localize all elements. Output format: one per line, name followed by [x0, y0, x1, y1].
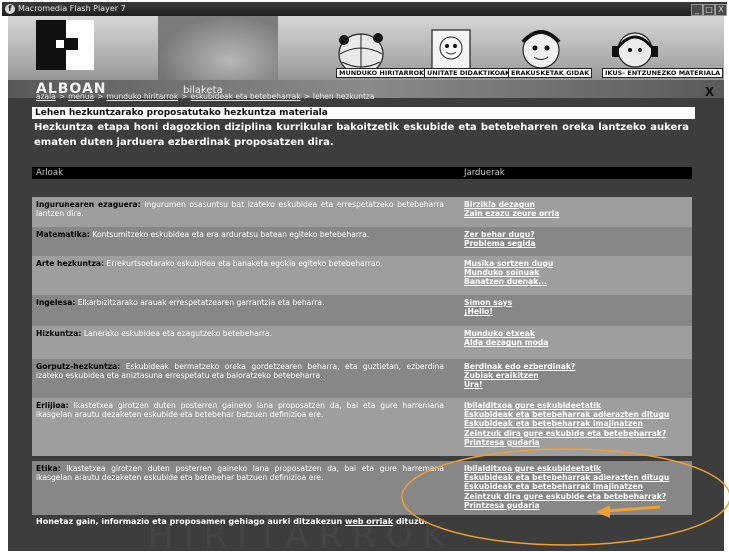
- activity-link[interactable]: Musika sortzen dugu: [464, 259, 690, 268]
- section-title: Lehen hezkuntzarako proposatutako hezkun…: [32, 107, 695, 119]
- area-name: Hizkuntza:: [36, 329, 82, 338]
- activity-link[interactable]: Eskubideak eta betebeharrak imajinatzen: [464, 419, 690, 428]
- activity-link[interactable]: Zer behar dugu?: [464, 230, 690, 239]
- activity-link[interactable]: Zeintzuk dira gure eskubide eta betebeha…: [464, 429, 690, 438]
- nav-label-2: UNITATE DIDAKTIKOAK: [424, 68, 514, 78]
- area-name: Gorputz-hezkuntza:: [36, 362, 121, 371]
- activity-link[interactable]: Eskubideak eta betebeharrak adierazten d…: [464, 473, 690, 482]
- area-name: Erlijioa:: [36, 401, 69, 410]
- table-row: Erlijioa: Ikastetxea girotzen duten post…: [32, 398, 692, 456]
- nav-unitate-didaktikoak[interactable]: UNITATE DIDAKTIKOAK: [416, 24, 514, 84]
- activity-link[interactable]: Zubiak eraikitzen: [464, 371, 690, 380]
- table-row: Matematika: Kontsumitzeko eskubidea eta …: [32, 227, 692, 256]
- breadcrumb: azala > menua > munduko hiritarrok > eskubidea…: [36, 92, 375, 101]
- area-description: Kontsumitzeko eskubidea eta era ardurats…: [92, 230, 370, 239]
- header-banner: ALBOAN bilaketa MUNDUKO HIRITARROK UNITA…: [8, 16, 724, 99]
- table-row: Hizkuntza: Lanerako eskubidea eta ezagut…: [32, 326, 692, 359]
- activity-link[interactable]: ¡Hello!: [464, 307, 690, 316]
- activity-link[interactable]: Zeintzuk dira gure eskubide eta betebeha…: [464, 492, 690, 501]
- section-description: Hezkuntza etapa honi dagozkion diziplina…: [34, 122, 689, 148]
- activity-link[interactable]: Printzesa gudaria: [464, 501, 690, 510]
- area-name: Etika:: [36, 464, 61, 473]
- activity-link[interactable]: Banatzen duenak...: [464, 277, 690, 286]
- area-description: Elkarbizitzarako arauak errespetatzearen…: [77, 298, 325, 307]
- breadcrumb-link[interactable]: menua: [68, 92, 94, 101]
- breadcrumb-current: lehen hezkuntza: [312, 92, 375, 101]
- column-header-areas: Arloak: [36, 168, 64, 178]
- activity-link[interactable]: Munduko etxeak: [464, 329, 690, 338]
- nav-ikus-entzunezko-materiala[interactable]: IKUS- ENTZUNEZKO MATERIALA: [600, 24, 724, 84]
- footer-text-main: Honetaz gain, informazio eta proposamen …: [36, 517, 343, 526]
- nav-label-3: ERAKUSKETAK GIDAK: [508, 68, 593, 78]
- close-icon[interactable]: X: [705, 85, 714, 99]
- table-row: Arte hezkuntza: Errekurtsoetarako eskubi…: [32, 256, 692, 295]
- nav-munduko-hiritarrok[interactable]: MUNDUKO HIRITARROK: [326, 24, 428, 84]
- nav-label-4: IKUS- ENTZUNEZKO MATERIALA: [602, 68, 724, 78]
- activity-link[interactable]: Ibilalditxoa gure eskubideetatik: [464, 464, 690, 473]
- close-window-button[interactable]: X: [715, 4, 727, 16]
- activity-link[interactable]: Eskubideak eta betebeharrak imajinatzen: [464, 482, 690, 491]
- breadcrumb-link[interactable]: munduko hiritarrok: [106, 92, 178, 101]
- activity-link[interactable]: Birzikla dezagun: [464, 200, 690, 209]
- window-title: Macromedia Flash Player 7: [18, 4, 126, 13]
- activity-link[interactable]: Munduko soinuak: [464, 268, 690, 277]
- nav-erakusketak-gidak[interactable]: ERAKUSKETAK GIDAK: [506, 24, 593, 84]
- app-window: f Macromedia Flash Player 7 _ □ X ALBOAN…: [0, 0, 729, 552]
- table-header: Arloak Jarduerak: [32, 167, 692, 179]
- area-description: Ikastetxea girotzen duten posterren gain…: [36, 464, 444, 483]
- activity-link[interactable]: Problema segida: [464, 239, 690, 248]
- flash-player-icon: f: [5, 4, 15, 14]
- activity-link[interactable]: Eskubideak eta betebeharrak adierazten d…: [464, 410, 690, 419]
- activity-link[interactable]: Zain ezazu zeure orria: [464, 209, 690, 218]
- table-row: Etika: Ikastetxea girotzen duten posterr…: [32, 461, 692, 515]
- area-description: Errekurtsoetarako eskubidea eta banaketa…: [106, 259, 383, 268]
- activity-link[interactable]: Berdinak edo ezberdinak?: [464, 362, 690, 371]
- area-name: Ingelesa:: [36, 298, 76, 307]
- window-titlebar: f Macromedia Flash Player 7 _ □ X: [2, 2, 727, 16]
- footer-text: Honetaz gain, informazio eta proposamen …: [36, 517, 427, 526]
- area-name: Arte hezkuntza:: [36, 259, 105, 268]
- breadcrumb-link[interactable]: eskubideak eta betebeharrak: [190, 92, 300, 101]
- footer-text-tail: dituzu.: [395, 517, 428, 526]
- activity-link[interactable]: Printzesa gudaria: [464, 438, 690, 447]
- activity-link[interactable]: Alda dezagun moda: [464, 338, 690, 347]
- activity-link[interactable]: Ibilalditxoa gure eskubideetatik: [464, 401, 690, 410]
- activity-link[interactable]: Ura!: [464, 380, 690, 389]
- table-row: Ingurunearen ezaguera: Ingurumen osasunt…: [32, 197, 692, 227]
- web-pages-link[interactable]: web orriak: [345, 517, 393, 526]
- area-name: Ingurunearen ezaguera:: [36, 200, 141, 209]
- activity-link[interactable]: Simon says: [464, 298, 690, 307]
- minimize-button[interactable]: _: [691, 4, 703, 16]
- column-header-activities: Jarduerak: [464, 168, 505, 178]
- alboan-logo[interactable]: [36, 20, 94, 70]
- table-row: Gorputz-hezkuntza: Eskubideak bermatzeko…: [32, 359, 692, 398]
- area-description: Ikastetxea girotzen duten posterren gain…: [36, 401, 444, 420]
- area-name: Matematika:: [36, 230, 90, 239]
- breadcrumb-link[interactable]: azala: [36, 92, 56, 101]
- maximize-button[interactable]: □: [703, 4, 715, 16]
- table-row: Ingelesa: Elkarbizitzarako arauak erresp…: [32, 295, 692, 326]
- nav-label-1: MUNDUKO HIRITARROK: [336, 68, 428, 78]
- area-description: Lanerako eskubidea eta ezagutzeko betebe…: [83, 329, 273, 338]
